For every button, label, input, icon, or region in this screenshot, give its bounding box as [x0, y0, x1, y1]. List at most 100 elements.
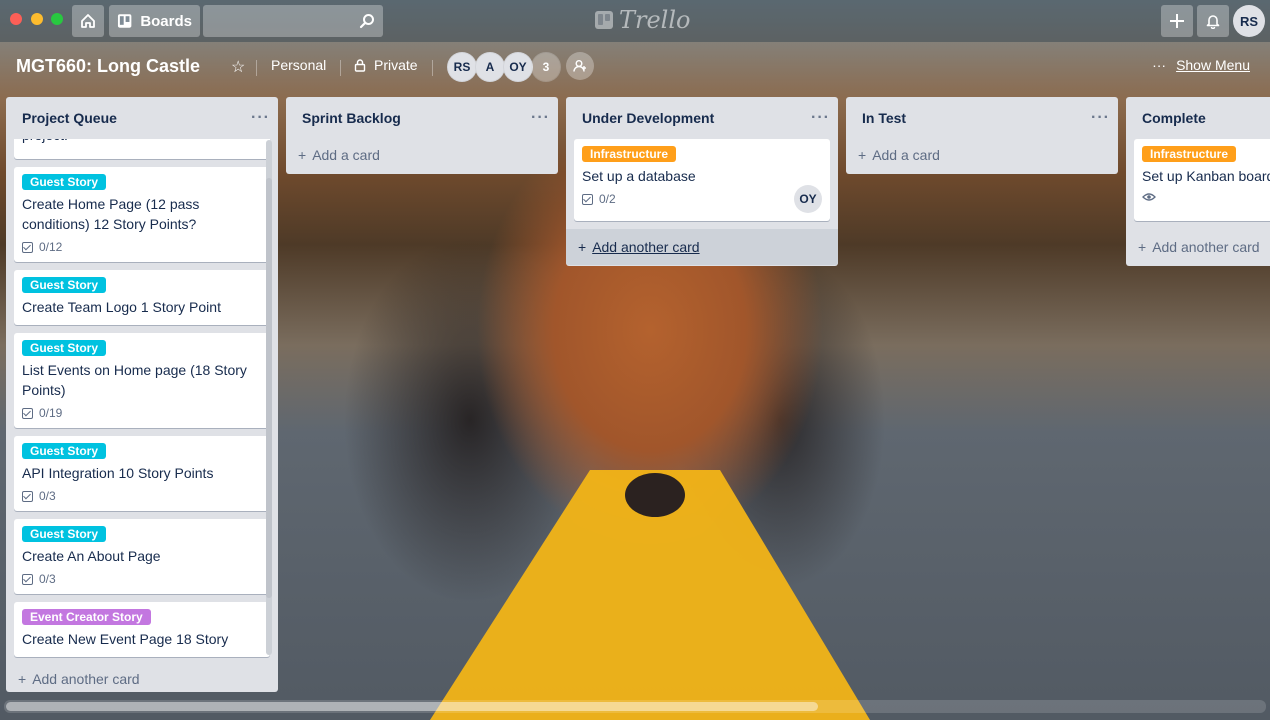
list-title[interactable]: Under Development: [582, 110, 714, 126]
checklist-icon: [22, 490, 33, 502]
card[interactable]: project.: [14, 139, 270, 159]
card[interactable]: Event Creator Story Create New Event Pag…: [14, 602, 270, 657]
checklist-count: 0/3: [39, 489, 56, 503]
lock-icon: [354, 58, 366, 72]
list-sprint-backlog[interactable]: Sprint Backlog ··· + Add a card: [286, 97, 558, 174]
card[interactable]: Guest Story Create An About Page 0/3: [14, 519, 270, 594]
checklist-icon: [22, 407, 33, 419]
add-card-button[interactable]: + Add another card: [566, 229, 838, 265]
boards-button[interactable]: Boards: [109, 5, 200, 37]
member-avatar[interactable]: OY: [503, 52, 533, 82]
header-divider: [432, 60, 433, 76]
add-card-label: Add another card: [32, 671, 140, 687]
add-card-button[interactable]: + Add a card: [854, 139, 1110, 171]
list-under-development[interactable]: Under Development ··· Infrastructure Set…: [566, 97, 838, 266]
close-window-button[interactable]: [10, 13, 22, 25]
card[interactable]: Infrastructure Set up Kanban board: [1134, 139, 1270, 221]
board-title[interactable]: MGT660: Long Castle: [16, 56, 200, 77]
list-in-test[interactable]: In Test ··· + Add a card: [846, 97, 1118, 174]
add-card-label: Add a card: [872, 147, 940, 163]
user-avatar[interactable]: RS: [1233, 5, 1265, 37]
card[interactable]: Infrastructure Set up a database 0/2 OY: [574, 139, 830, 221]
trello-logo[interactable]: Trello: [595, 6, 691, 34]
boards-icon: [117, 14, 132, 28]
board-scrollbar-thumb[interactable]: [6, 702, 818, 711]
header-divider: [340, 60, 341, 76]
list-menu-icon[interactable]: ···: [251, 109, 270, 127]
card-title: Create New Event Page 18 Story: [22, 631, 229, 647]
minimize-window-button[interactable]: [31, 13, 43, 25]
card[interactable]: Guest Story API Integration 10 Story Poi…: [14, 436, 270, 511]
list-complete[interactable]: Complete ··· Infrastructure Set up Kanba…: [1126, 97, 1270, 266]
checklist-badge: 0/3: [22, 489, 262, 503]
checklist-icon: [22, 573, 33, 585]
search-input[interactable]: [203, 5, 383, 37]
add-card-button[interactable]: + Add another card: [1126, 229, 1270, 265]
maximize-window-button[interactable]: [51, 13, 63, 25]
checklist-icon: [22, 241, 33, 253]
show-menu-button[interactable]: ··· Show Menu: [1152, 57, 1250, 73]
list-scrollbar-thumb[interactable]: [266, 178, 272, 598]
list-menu-icon[interactable]: ···: [531, 109, 550, 127]
card-label: Guest Story: [22, 340, 107, 356]
list-menu-icon[interactable]: ···: [1091, 109, 1110, 127]
list-header[interactable]: Project Queue ···: [6, 97, 278, 139]
create-button[interactable]: [1161, 5, 1193, 37]
star-icon: ☆: [231, 59, 246, 76]
card-label: Guest Story: [22, 174, 107, 190]
home-button[interactable]: [72, 5, 104, 37]
card-label: Guest Story: [22, 526, 107, 542]
card-label: Guest Story: [22, 277, 107, 293]
trello-logo-icon: [595, 11, 613, 29]
add-member-icon: [573, 60, 586, 72]
card[interactable]: Guest Story List Events on Home page (18…: [14, 333, 270, 428]
card-title: API Integration 10 Story Points: [22, 465, 214, 481]
member-avatar[interactable]: A: [475, 52, 505, 82]
member-overflow-count[interactable]: 3: [531, 52, 561, 82]
add-card-label: Add another card: [592, 239, 700, 255]
plus-icon: +: [578, 239, 587, 255]
team-button[interactable]: Personal: [271, 57, 326, 73]
boards-label: Boards: [140, 12, 192, 30]
card-member-avatar[interactable]: OY: [794, 185, 822, 213]
notifications-button[interactable]: [1197, 5, 1229, 37]
list-title[interactable]: Sprint Backlog: [302, 110, 401, 126]
home-icon: [81, 14, 95, 28]
card-label: Infrastructure: [582, 146, 677, 162]
plus-icon: +: [858, 147, 867, 163]
card-title: Create An About Page: [22, 548, 161, 564]
card-title: Set up a database: [582, 168, 696, 184]
list-project-queue[interactable]: Project Queue ··· project. Guest Story C…: [6, 97, 278, 692]
list-header[interactable]: In Test ···: [846, 97, 1118, 139]
eye-icon: [1142, 193, 1156, 201]
bell-icon: [1206, 15, 1220, 29]
more-icon: ···: [1152, 57, 1167, 73]
checklist-badge: 0/2: [582, 192, 822, 206]
checklist-count: 0/12: [39, 240, 63, 254]
star-button[interactable]: ☆: [231, 57, 245, 77]
checklist-badge: 0/19: [22, 406, 262, 420]
add-card-button[interactable]: + Add a card: [294, 139, 550, 171]
visibility-label: Private: [374, 57, 418, 73]
logo-text: Trello: [619, 6, 691, 34]
list-menu-icon[interactable]: ···: [811, 109, 830, 127]
member-avatar[interactable]: RS: [447, 52, 477, 82]
list-header[interactable]: Sprint Backlog ···: [286, 97, 558, 139]
card-title: Create Home Page (12 pass conditions) 12…: [22, 196, 200, 232]
card-title: List Events on Home page (18 Story Point…: [22, 362, 247, 398]
list-title[interactable]: Project Queue: [22, 110, 117, 126]
watch-badge: [1142, 192, 1270, 202]
header-divider: [256, 60, 257, 76]
list-title[interactable]: Complete: [1142, 110, 1206, 126]
list-header[interactable]: Under Development ···: [566, 97, 838, 139]
list-header[interactable]: Complete ···: [1126, 97, 1270, 139]
card[interactable]: Guest Story Create Home Page (12 pass co…: [14, 167, 270, 262]
show-menu-label: Show Menu: [1176, 57, 1250, 73]
invite-button[interactable]: [566, 52, 594, 80]
checklist-icon: [582, 193, 593, 205]
search-icon: [359, 14, 374, 29]
visibility-button[interactable]: Private: [354, 57, 418, 73]
list-title[interactable]: In Test: [862, 110, 906, 126]
add-card-button[interactable]: + Add another card: [14, 663, 270, 695]
card[interactable]: Guest Story Create Team Logo 1 Story Poi…: [14, 270, 270, 325]
